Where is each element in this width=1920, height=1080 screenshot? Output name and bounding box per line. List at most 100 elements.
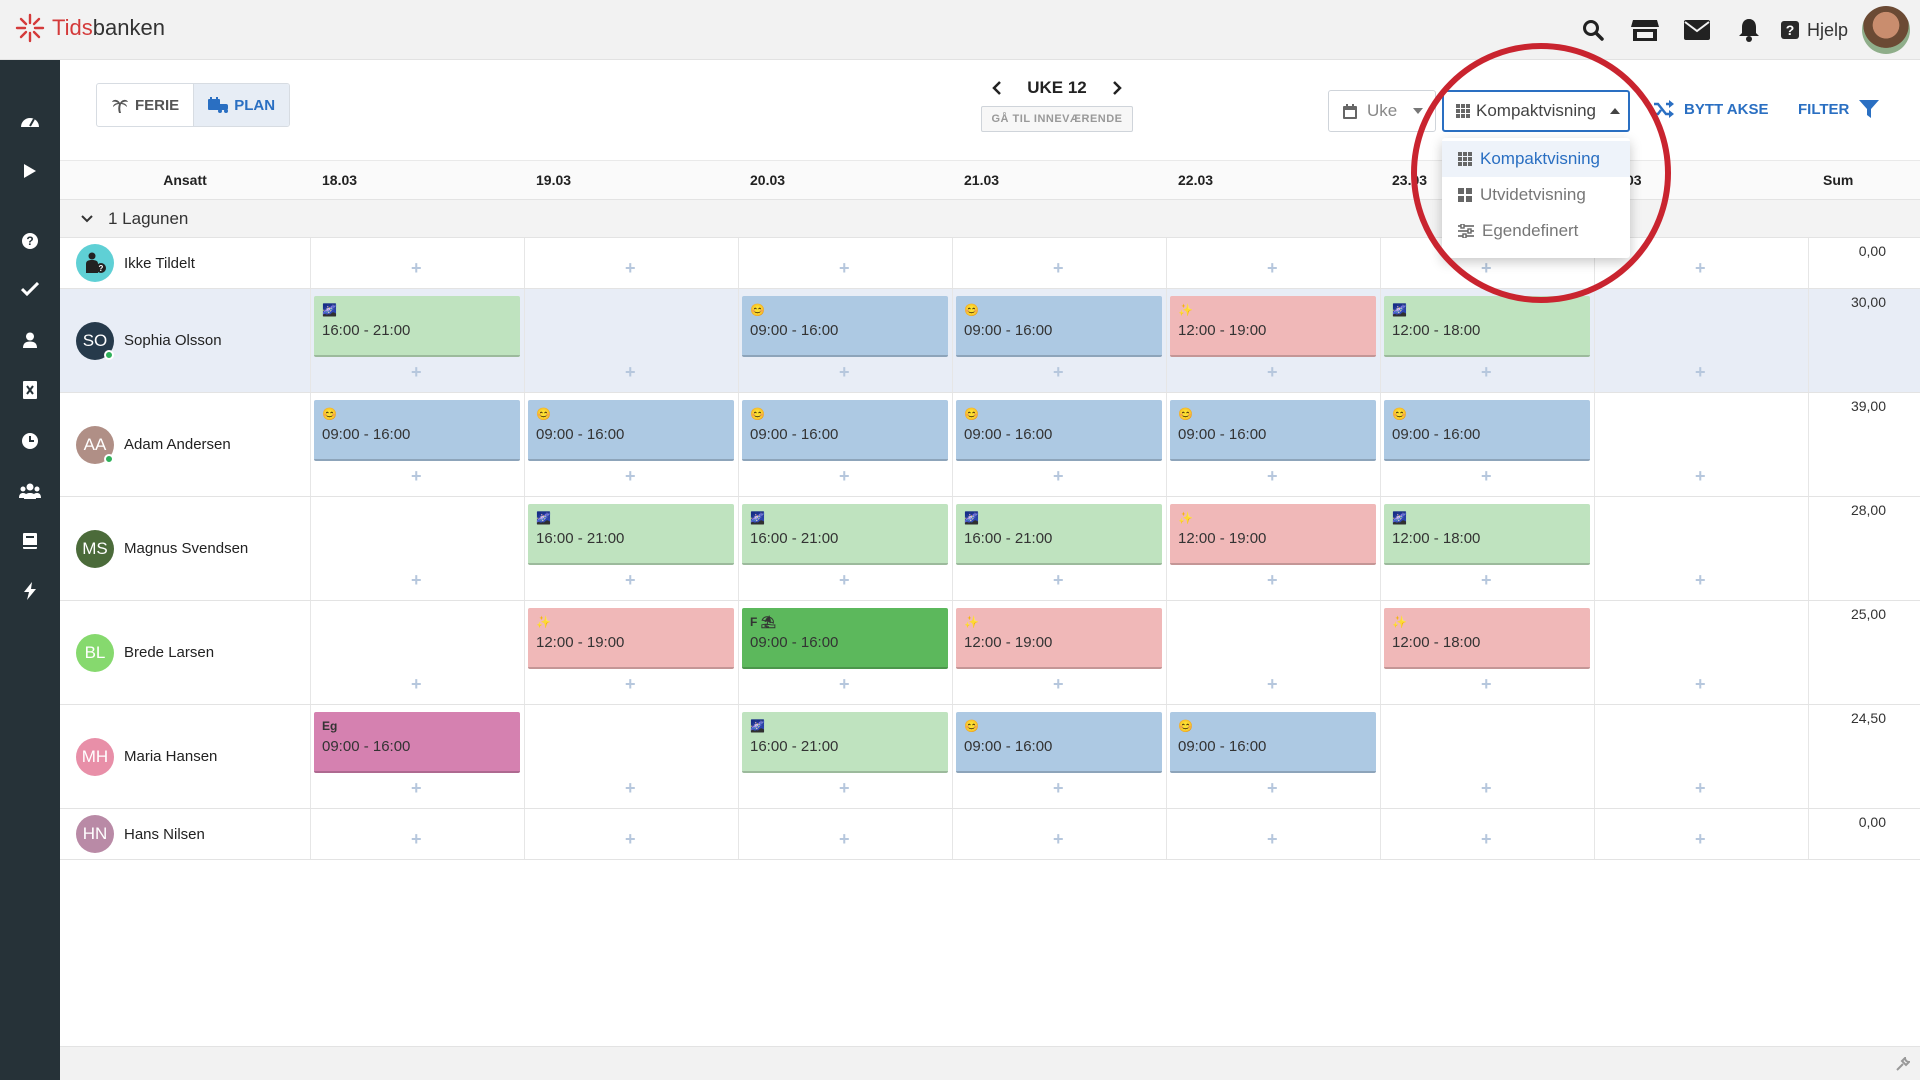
bell-icon[interactable] — [1723, 0, 1775, 60]
check-icon[interactable] — [0, 274, 60, 304]
shift-card[interactable]: 😊 09:00 - 16:00 — [314, 400, 520, 461]
add-shift-button[interactable]: + — [1695, 829, 1706, 850]
add-shift-button[interactable]: + — [1053, 362, 1064, 383]
add-shift-button[interactable]: + — [1267, 258, 1278, 279]
shift-card[interactable]: 😊 09:00 - 16:00 — [1170, 400, 1376, 461]
shift-card[interactable]: 😊 09:00 - 16:00 — [742, 400, 948, 461]
person-icon[interactable] — [0, 325, 60, 355]
add-shift-button[interactable]: + — [625, 778, 636, 799]
add-shift-button[interactable]: + — [1053, 674, 1064, 695]
add-shift-button[interactable]: + — [411, 466, 422, 487]
add-shift-button[interactable]: + — [1695, 362, 1706, 383]
add-shift-button[interactable]: + — [1695, 778, 1706, 799]
add-shift-button[interactable]: + — [1481, 570, 1492, 591]
question-icon[interactable]: ? — [0, 226, 60, 256]
add-shift-button[interactable]: + — [625, 258, 636, 279]
add-shift-button[interactable]: + — [411, 778, 422, 799]
add-shift-button[interactable]: + — [1267, 829, 1278, 850]
users-icon[interactable] — [0, 476, 60, 506]
shift-card[interactable]: 🌌 12:00 - 18:00 — [1384, 296, 1590, 357]
shift-card[interactable]: 🌌 16:00 - 21:00 — [742, 712, 948, 773]
add-shift-button[interactable]: + — [1053, 258, 1064, 279]
add-shift-button[interactable]: + — [1267, 466, 1278, 487]
shift-card[interactable]: Eg 09:00 - 16:00 — [314, 712, 520, 773]
add-shift-button[interactable]: + — [839, 829, 850, 850]
shift-card[interactable]: 😊 09:00 - 16:00 — [956, 400, 1162, 461]
add-shift-button[interactable]: + — [839, 674, 850, 695]
add-shift-button[interactable]: + — [625, 570, 636, 591]
add-shift-button[interactable]: + — [1695, 570, 1706, 591]
employee-cell[interactable]: ? Ikke Tildelt — [76, 238, 195, 288]
add-shift-button[interactable]: + — [1267, 674, 1278, 695]
shift-card[interactable]: 🌌 16:00 - 21:00 — [956, 504, 1162, 565]
add-shift-button[interactable]: + — [839, 258, 850, 279]
add-shift-button[interactable]: + — [839, 466, 850, 487]
employee-cell[interactable]: MS Magnus Svendsen — [76, 497, 248, 600]
employee-cell[interactable]: MH Maria Hansen — [76, 705, 217, 808]
add-shift-button[interactable]: + — [625, 466, 636, 487]
search-icon[interactable] — [1567, 0, 1619, 60]
add-shift-button[interactable]: + — [1481, 778, 1492, 799]
play-icon[interactable] — [0, 156, 60, 186]
add-shift-button[interactable]: + — [1053, 778, 1064, 799]
ferie-button[interactable]: FERIE — [97, 84, 193, 126]
add-shift-button[interactable]: + — [1695, 466, 1706, 487]
add-shift-button[interactable]: + — [1695, 258, 1706, 279]
chevron-right-icon[interactable] — [1109, 78, 1125, 98]
shift-card[interactable]: 😊 09:00 - 16:00 — [956, 296, 1162, 357]
user-avatar[interactable] — [1862, 6, 1910, 54]
shift-card[interactable]: ✨ 12:00 - 19:00 — [528, 608, 734, 669]
store-icon[interactable] — [1619, 0, 1671, 60]
chevron-left-icon[interactable] — [989, 78, 1005, 98]
add-shift-button[interactable]: + — [1481, 674, 1492, 695]
shift-card[interactable]: ✨ 12:00 - 19:00 — [1170, 504, 1376, 565]
shift-card[interactable]: 😊 09:00 - 16:00 — [1170, 712, 1376, 773]
add-shift-button[interactable]: + — [1695, 674, 1706, 695]
add-shift-button[interactable]: + — [1053, 829, 1064, 850]
shift-card[interactable]: 🌌 12:00 - 18:00 — [1384, 504, 1590, 565]
add-shift-button[interactable]: + — [1267, 362, 1278, 383]
add-shift-button[interactable]: + — [1481, 362, 1492, 383]
shift-card[interactable]: 😊 09:00 - 16:00 — [742, 296, 948, 357]
shift-card[interactable]: 😊 09:00 - 16:00 — [1384, 400, 1590, 461]
add-shift-button[interactable]: + — [411, 829, 422, 850]
excel-icon[interactable] — [0, 375, 60, 405]
add-shift-button[interactable]: + — [625, 674, 636, 695]
filter-button[interactable]: FILTER — [1798, 100, 1880, 118]
shift-card[interactable]: 🌌 16:00 - 21:00 — [742, 504, 948, 565]
book-icon[interactable] — [0, 526, 60, 556]
add-shift-button[interactable]: + — [625, 829, 636, 850]
shift-card[interactable]: 😊 09:00 - 16:00 — [956, 712, 1162, 773]
add-shift-button[interactable]: + — [411, 362, 422, 383]
group-header[interactable]: 1 Lagunen — [60, 200, 1920, 238]
plan-button[interactable]: PLAN — [193, 84, 290, 126]
dashboard-icon[interactable] — [0, 106, 60, 136]
add-shift-button[interactable]: + — [1481, 829, 1492, 850]
option-egendefinert[interactable]: Egendefinert — [1442, 213, 1630, 249]
switch-axis-button[interactable]: BYTT AKSE — [1654, 100, 1768, 118]
option-kompaktvisning[interactable]: Kompaktvisning — [1442, 141, 1630, 177]
shift-card[interactable]: ✨ 12:00 - 19:00 — [956, 608, 1162, 669]
add-shift-button[interactable]: + — [839, 570, 850, 591]
shift-card[interactable]: F ⛱ 09:00 - 16:00 — [742, 608, 948, 669]
help-link[interactable]: ? Hjelp — [1780, 20, 1848, 41]
option-utvidetvisning[interactable]: Utvidetvisning — [1442, 177, 1630, 213]
view-select[interactable]: Kompaktvisning — [1442, 90, 1630, 132]
mail-icon[interactable] — [1671, 0, 1723, 60]
period-select[interactable]: Uke — [1328, 90, 1436, 132]
employee-cell[interactable]: SO Sophia Olsson — [76, 289, 222, 392]
shift-card[interactable]: 🌌 16:00 - 21:00 — [314, 296, 520, 357]
logo[interactable]: Tidsbanken — [14, 12, 165, 44]
add-shift-button[interactable]: + — [1053, 570, 1064, 591]
add-shift-button[interactable]: + — [411, 258, 422, 279]
clock-icon[interactable] — [0, 426, 60, 456]
add-shift-button[interactable]: + — [625, 362, 636, 383]
add-shift-button[interactable]: + — [1267, 778, 1278, 799]
employee-cell[interactable]: AA Adam Andersen — [76, 393, 231, 496]
employee-cell[interactable]: BL Brede Larsen — [76, 601, 214, 704]
add-shift-button[interactable]: + — [411, 570, 422, 591]
shift-card[interactable]: ✨ 12:00 - 19:00 — [1170, 296, 1376, 357]
add-shift-button[interactable]: + — [1053, 466, 1064, 487]
add-shift-button[interactable]: + — [1481, 258, 1492, 279]
add-shift-button[interactable]: + — [839, 778, 850, 799]
